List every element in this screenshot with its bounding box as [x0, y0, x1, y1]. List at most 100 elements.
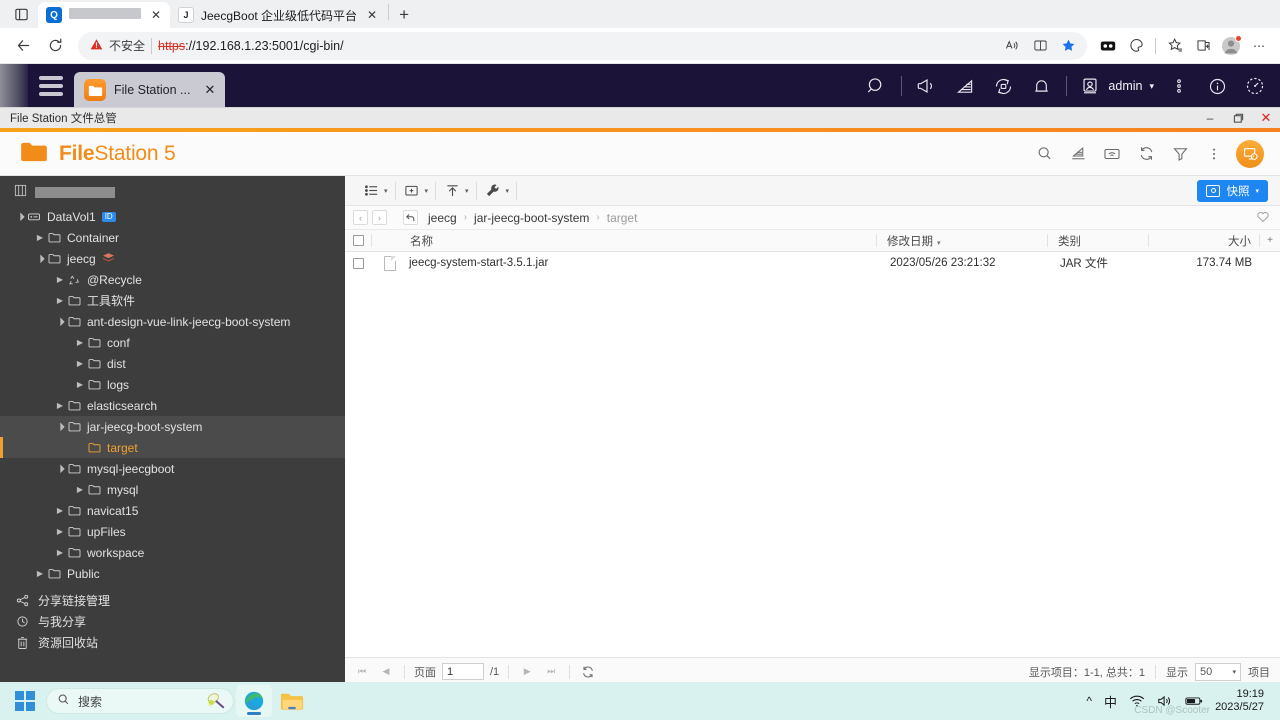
more-options-icon[interactable] [1202, 142, 1226, 166]
notification-broadcast-icon[interactable] [908, 64, 946, 108]
options-icon[interactable] [1160, 64, 1198, 108]
chevron-collapsed-icon[interactable]: ▶ [54, 296, 66, 305]
chevron-collapsed-icon[interactable]: ▶ [74, 380, 86, 389]
add-favorite-icon[interactable] [1162, 33, 1188, 59]
favorite-star-icon[interactable] [1055, 33, 1081, 59]
chevron-collapsed-icon[interactable]: ▶ [54, 401, 66, 410]
collections-icon[interactable] [1095, 33, 1121, 59]
minimize-button[interactable]: – [1202, 110, 1218, 126]
tab-actions-icon[interactable] [4, 0, 38, 28]
tree-item-upfiles[interactable]: ▶ upFiles [0, 521, 345, 542]
collections-add-icon[interactable] [1190, 33, 1216, 59]
chevron-collapsed-icon[interactable]: ▶ [74, 485, 86, 494]
search-input[interactable]: 搜索 [46, 688, 234, 714]
column-header-size[interactable]: 大小 [1149, 233, 1259, 249]
row-checkbox[interactable] [345, 257, 371, 269]
sidebar-item-recycle-bin[interactable]: 资源回收站 [0, 632, 345, 653]
split-screen-icon[interactable] [1027, 33, 1053, 59]
close-icon[interactable]: ✕ [148, 7, 164, 23]
clock[interactable]: 19:19 2023/5/27 [1215, 688, 1264, 714]
sidebar-item-shared-with-me[interactable]: 与我分享 [0, 611, 345, 632]
tray-overflow-icon[interactable]: ^ [1086, 694, 1092, 708]
tree-item-jeecg[interactable]: ◢ jeecg [0, 248, 345, 269]
widget-icon[interactable] [1236, 64, 1274, 108]
new-tab-button[interactable]: + [391, 2, 417, 28]
chevron-collapsed-icon[interactable]: ▶ [74, 338, 86, 347]
tree-item-[interactable]: ▶ 工具软件 [0, 290, 345, 311]
create-folder-button[interactable]: ▾ [396, 176, 436, 206]
breadcrumb-item-0[interactable]: jeecg [428, 211, 457, 225]
tree-item-navicat15[interactable]: ▶ navicat15 [0, 500, 345, 521]
taskbar-app-edge[interactable] [236, 685, 272, 717]
tree-item-container[interactable]: ▶ Container [0, 227, 345, 248]
close-button[interactable]: ✕ [1258, 110, 1274, 126]
tree-item-mysql-jeecgboot[interactable]: ◢ mysql-jeecgboot [0, 458, 345, 479]
reload-icon[interactable] [40, 31, 70, 61]
tree-item-dist[interactable]: ▶ dist [0, 353, 345, 374]
next-page-button[interactable]: ▶ [518, 663, 536, 681]
back-arrow-icon[interactable] [8, 31, 38, 61]
browser-tab-1[interactable]: Q ✕ [38, 2, 170, 28]
windows-start-icon[interactable] [8, 685, 42, 717]
remote-connection-icon[interactable] [1100, 142, 1124, 166]
user-menu[interactable]: admin ▾ [1073, 75, 1160, 97]
tree-item-logs[interactable]: ▶ logs [0, 374, 345, 395]
browser-tab-2[interactable]: J JeecgBoot 企业级低代码平台 ✕ [170, 2, 387, 28]
tree-item-recycle[interactable]: ▶ @Recycle [0, 269, 345, 290]
table-row[interactable]: jeecg-system-start-3.5.1.jar 2023/05/26 2… [345, 252, 1280, 274]
view-mode-button[interactable]: ▾ [355, 176, 395, 206]
tree-item-workspace[interactable]: ▶ workspace [0, 542, 345, 563]
close-icon[interactable]: ✕ [364, 7, 380, 23]
column-header-type[interactable]: 类别 [1048, 233, 1148, 249]
first-page-button[interactable]: ⏮ [353, 663, 371, 681]
breadcrumb-item-1[interactable]: jar-jeecg-boot-system [474, 211, 589, 225]
nav-forward-button[interactable]: › [372, 210, 387, 225]
tree-item-target[interactable]: target [0, 437, 345, 458]
help-assistant-icon[interactable] [1236, 139, 1264, 168]
chevron-collapsed-icon[interactable]: ▶ [54, 275, 66, 284]
prev-page-button[interactable]: ◀ [377, 663, 395, 681]
sidebar-item-share-link[interactable]: 分享链接管理 [0, 590, 345, 611]
tree-item-public[interactable]: ▶ Public [0, 563, 345, 584]
package-install-icon[interactable] [1066, 142, 1090, 166]
column-header-name[interactable]: 名称 [410, 233, 876, 249]
nav-up-button[interactable] [403, 210, 418, 225]
profile-avatar-icon[interactable] [1218, 33, 1244, 59]
nav-back-button[interactable]: ‹ [353, 210, 368, 225]
tree-item-datavol1[interactable]: ◢ DataVol1 ID [0, 206, 345, 227]
bell-icon[interactable] [1022, 64, 1060, 108]
search-icon[interactable] [1032, 142, 1056, 166]
info-icon[interactable] [1198, 64, 1236, 108]
chevron-collapsed-icon[interactable]: ▶ [54, 527, 66, 536]
settings-more-icon[interactable]: ⋯ [1246, 33, 1272, 59]
refresh-icon[interactable] [1134, 142, 1158, 166]
chevron-collapsed-icon[interactable]: ▶ [54, 506, 66, 515]
filter-icon[interactable] [1168, 142, 1192, 166]
chevron-collapsed-icon[interactable]: ▶ [34, 233, 46, 242]
browser-essentials-icon[interactable] [1123, 33, 1149, 59]
snapshot-button[interactable]: 快照 ▾ [1197, 179, 1268, 202]
page-size-select[interactable]: 50 ▾ [1195, 662, 1241, 681]
column-header-modified[interactable]: 修改日期 ▾ [877, 233, 1047, 249]
address-bar[interactable]: 不安全 https://192.168.1.23:5001/cgi-bin/ [78, 31, 1087, 60]
last-page-button[interactable]: ⏭ [542, 663, 560, 681]
chevron-collapsed-icon[interactable]: ▶ [54, 548, 66, 557]
restore-button[interactable] [1230, 110, 1246, 126]
tree-item-jar-jeecg-boot-system[interactable]: ◢ jar-jeecg-boot-system [0, 416, 345, 437]
select-all-checkbox[interactable] [345, 235, 371, 246]
close-icon[interactable]: ✕ [204, 82, 215, 98]
chevron-collapsed-icon[interactable]: ▶ [74, 359, 86, 368]
search-icon[interactable] [857, 64, 895, 108]
main-menu-icon[interactable] [28, 64, 74, 108]
heart-icon[interactable] [1256, 210, 1270, 226]
page-input[interactable]: 1 [442, 663, 484, 680]
ime-indicator[interactable]: 中 [1104, 692, 1117, 711]
tools-button[interactable]: ▾ [477, 176, 517, 206]
upload-button[interactable]: ▾ [436, 176, 476, 206]
support-center-icon[interactable] [984, 64, 1022, 108]
dsm-app-tab-file-station[interactable]: File Station ... ✕ [74, 72, 226, 108]
tree-item-conf[interactable]: ▶ conf [0, 332, 345, 353]
read-aloud-icon[interactable] [999, 33, 1025, 59]
tree-item-elasticsearch[interactable]: ▶ elasticsearch [0, 395, 345, 416]
tree-item-ant-design-vue-link-jeecg-boot-system[interactable]: ◢ ant-design-vue-link-jeecg-boot-system [0, 311, 345, 332]
